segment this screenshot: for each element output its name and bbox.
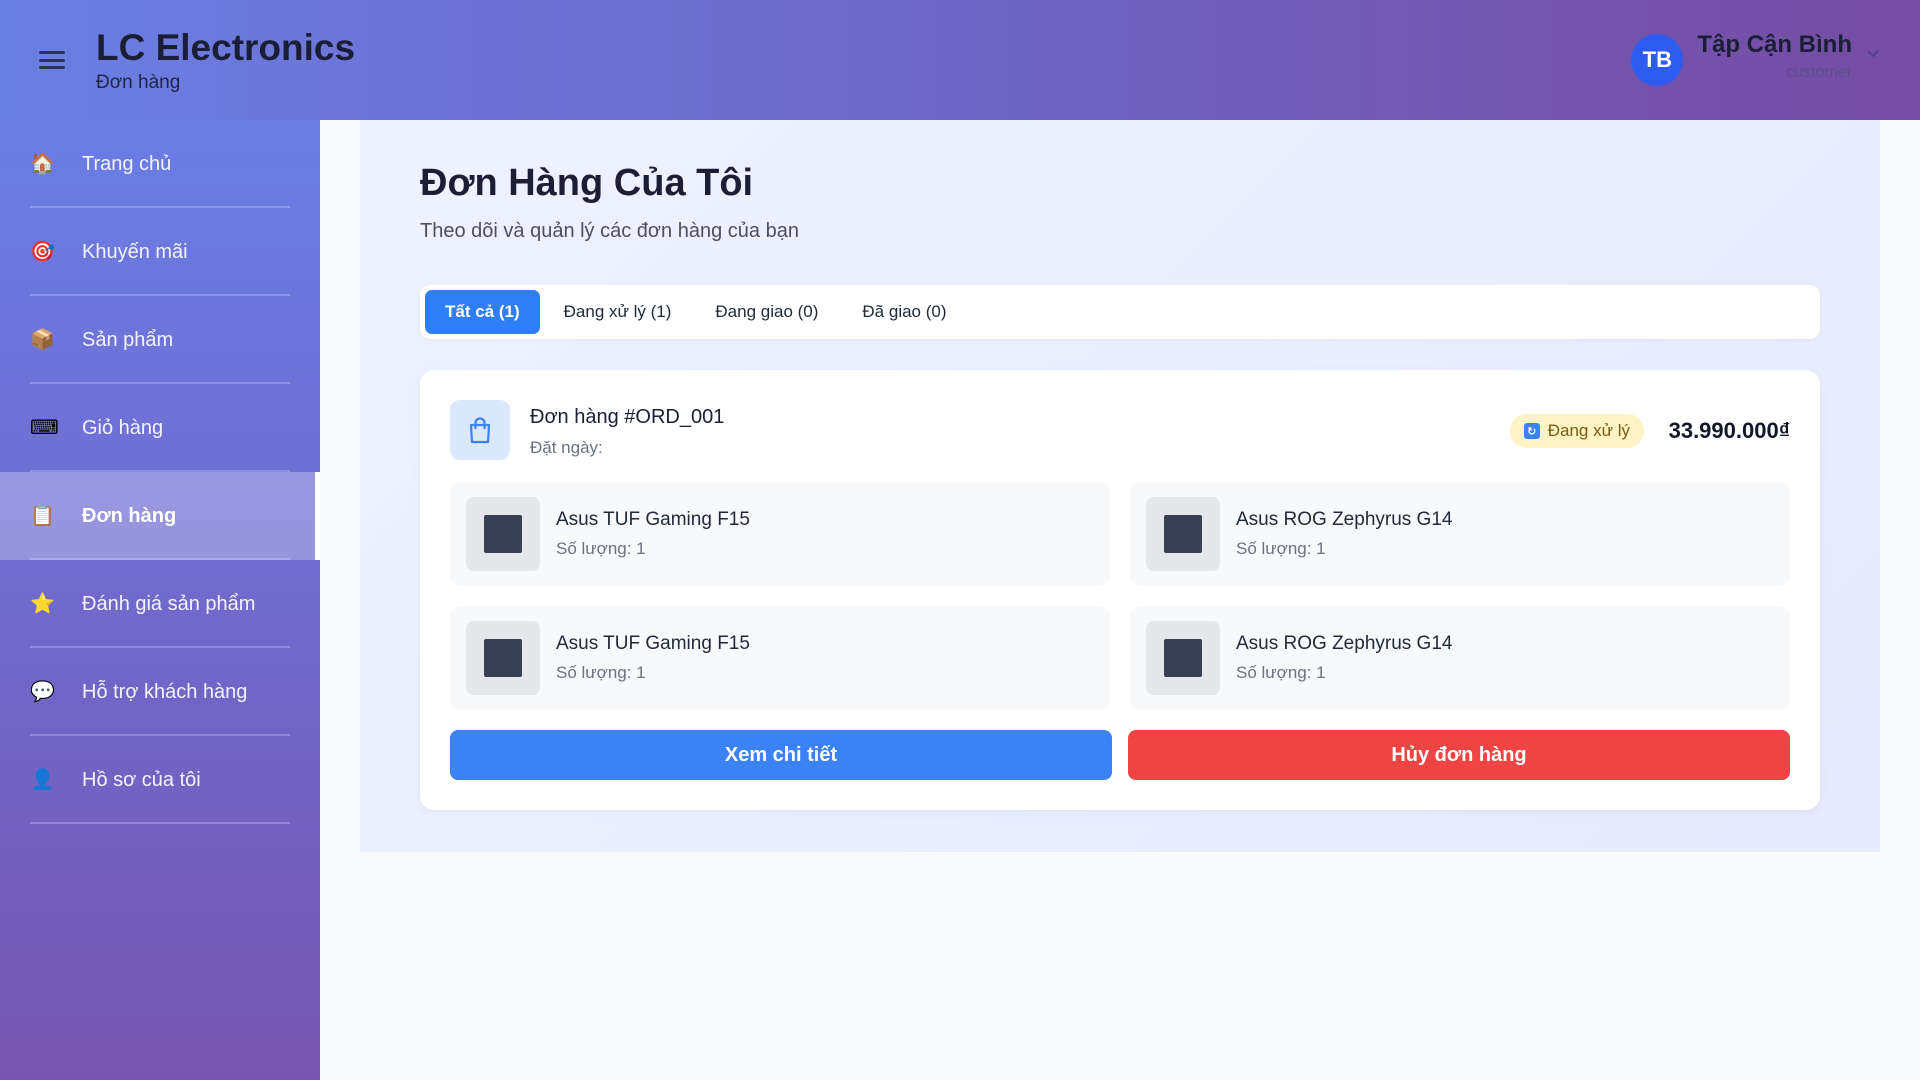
- product-quantity: Số lượng: 1: [556, 663, 646, 682]
- sidebar-item-label: Giỏ hàng: [82, 416, 164, 439]
- main-content: Đơn Hàng Của Tôi Theo dõi và quản lý các…: [360, 120, 1880, 852]
- list-item: Asus TUF Gaming F15 Số lượng: 1: [450, 482, 1110, 586]
- product-thumbnail: [466, 621, 540, 695]
- cancel-order-button[interactable]: Hủy đơn hàng: [1128, 730, 1790, 780]
- product-name: Asus ROG Zephyrus G14: [1236, 509, 1453, 530]
- user-name: Tập Cận Bình: [1697, 31, 1852, 58]
- avatar[interactable]: TB: [1631, 34, 1684, 86]
- sidebar-item-orders[interactable]: 📋 Đơn hàng: [0, 472, 320, 560]
- sidebar-item-label: Đánh giá sản phẩm: [82, 592, 256, 615]
- order-date: Đặt ngày:: [530, 438, 603, 457]
- product-quantity: Số lượng: 1: [1236, 663, 1326, 682]
- sidebar: 🏠 Trang chủ 🎯 Khuyến mãi 📦 Sản phẩm ⌨ Gi…: [0, 120, 320, 1080]
- brand: LC Electronics Đơn hàng: [96, 26, 355, 94]
- page-breadcrumb: Đơn hàng: [96, 72, 181, 93]
- product-thumbnail: [1146, 497, 1220, 571]
- home-icon: 🏠: [30, 153, 55, 175]
- product-name: Asus TUF Gaming F15: [556, 633, 750, 654]
- sidebar-item-products[interactable]: 📦 Sản phẩm: [0, 296, 320, 384]
- status-text: Đang xử lý: [1547, 421, 1630, 440]
- target-icon: 🎯: [30, 241, 55, 263]
- order-filter-tabs: Tất cả (1) Đang xử lý (1) Đang giao (0) …: [420, 285, 1820, 339]
- page-subtitle: Theo dõi và quản lý các đơn hàng của bạn: [420, 220, 799, 242]
- package-icon: 📦: [30, 329, 55, 351]
- status-badge: ↻ Đang xử lý: [1509, 414, 1644, 448]
- speech-bubble-icon: 💬: [30, 681, 55, 703]
- clipboard-icon: 📋: [30, 505, 55, 527]
- user-icon: 👤: [30, 769, 55, 791]
- product-quantity: Số lượng: 1: [556, 539, 646, 558]
- list-item: Asus ROG Zephyrus G14 Số lượng: 1: [1130, 482, 1790, 586]
- sidebar-item-profile[interactable]: 👤 Hồ sơ của tôi: [0, 736, 320, 824]
- product-name: Asus TUF Gaming F15: [556, 509, 750, 530]
- order-items: Asus TUF Gaming F15 Số lượng: 1 Asus ROG…: [450, 482, 1790, 710]
- product-thumbnail: [466, 497, 540, 571]
- sidebar-item-label: Đơn hàng: [82, 504, 177, 527]
- order-card: Đơn hàng #ORD_001 Đặt ngày: ↻ Đang xử lý…: [420, 370, 1820, 810]
- sidebar-item-label: Khuyến mãi: [82, 240, 188, 263]
- hamburger-menu-icon[interactable]: [38, 48, 66, 72]
- brand-title: LC Electronics: [96, 27, 356, 68]
- sidebar-item-label: Trang chủ: [82, 152, 172, 175]
- user-menu[interactable]: TB Tập Cận Bình customer: [1631, 30, 1880, 86]
- view-details-button[interactable]: Xem chi tiết: [450, 730, 1112, 780]
- sidebar-item-support[interactable]: 💬 Hỗ trợ khách hàng: [0, 648, 320, 736]
- list-item: Asus TUF Gaming F15 Số lượng: 1: [450, 606, 1110, 710]
- app-header: LC Electronics Đơn hàng TB Tập Cận Bình …: [0, 0, 1920, 120]
- refresh-icon: ↻: [1523, 423, 1540, 439]
- sidebar-item-reviews[interactable]: ⭐ Đánh giá sản phẩm: [0, 560, 320, 648]
- star-icon: ⭐: [30, 593, 55, 615]
- order-id: Đơn hàng #ORD_001: [530, 406, 725, 428]
- sidebar-item-cart[interactable]: ⌨ Giỏ hàng: [0, 384, 320, 472]
- tab-delivered[interactable]: Đã giao (0): [842, 290, 966, 334]
- sidebar-item-label: Sản phẩm: [82, 328, 174, 351]
- list-item: Asus ROG Zephyrus G14 Số lượng: 1: [1130, 606, 1790, 710]
- sidebar-item-label: Hồ sơ của tôi: [82, 768, 201, 791]
- sidebar-item-label: Hỗ trợ khách hàng: [82, 680, 248, 703]
- keyboard-icon: ⌨: [30, 417, 59, 439]
- product-thumbnail: [1146, 621, 1220, 695]
- sidebar-item-home[interactable]: 🏠 Trang chủ: [0, 120, 320, 208]
- order-total: 33.990.000₫: [1668, 418, 1790, 443]
- sidebar-item-promotions[interactable]: 🎯 Khuyến mãi: [0, 208, 320, 296]
- page-title: Đơn Hàng Của Tôi: [420, 162, 754, 204]
- product-name: Asus ROG Zephyrus G14: [1236, 633, 1453, 654]
- tab-shipping[interactable]: Đang giao (0): [695, 290, 838, 334]
- product-quantity: Số lượng: 1: [1236, 539, 1326, 558]
- shopping-bag-icon: [450, 400, 510, 460]
- user-role: customer: [1786, 64, 1852, 81]
- chevron-down-icon[interactable]: [1866, 46, 1880, 60]
- tab-processing[interactable]: Đang xử lý (1): [544, 290, 692, 334]
- tab-all[interactable]: Tất cả (1): [425, 290, 540, 334]
